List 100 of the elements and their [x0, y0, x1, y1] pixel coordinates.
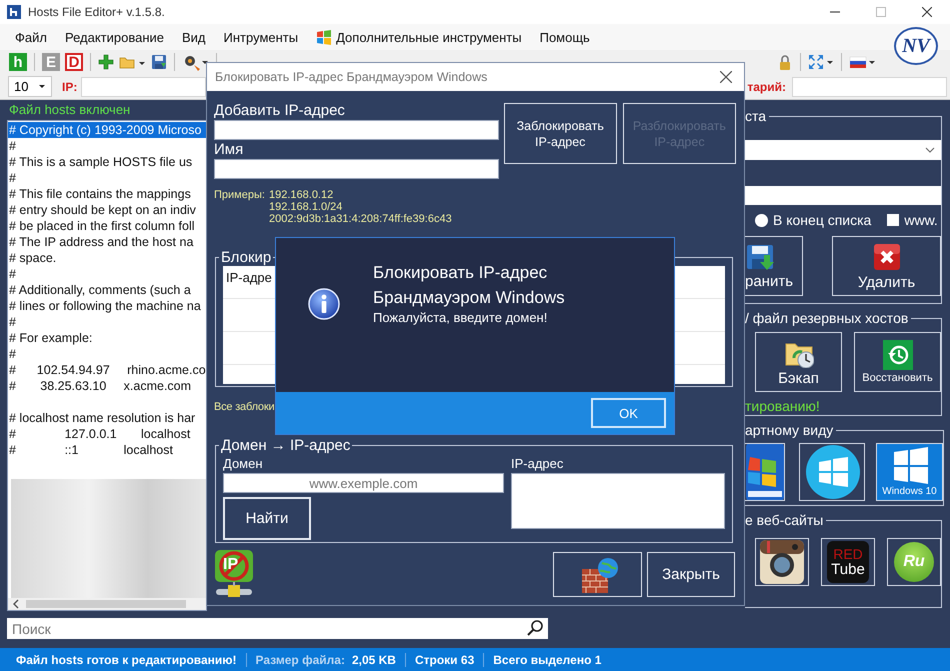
close-button[interactable]: Закрыть	[647, 552, 735, 597]
menu-item[interactable]: Редактирование	[56, 26, 173, 48]
group-title: Домен → IP-адрес	[220, 437, 352, 454]
domain-field[interactable]: www.exemple.com	[223, 473, 504, 493]
letter-tile-icon[interactable]: h	[9, 53, 27, 71]
text-line[interactable]: # 102.54.94.97 rhino.acme.co	[8, 362, 206, 378]
text-line[interactable]: # Additionally, comments (such a	[8, 282, 206, 298]
text-line[interactable]: # This is a sample HOSTS file us	[8, 154, 206, 170]
logo-text: Tube	[831, 562, 865, 577]
video-site-button[interactable]: RED Tube	[821, 538, 875, 586]
windows-flag-icon	[746, 444, 784, 500]
example-text: 2002:9d3b:1a31:4:208:74ff:fe39:6c43	[269, 213, 452, 225]
menu-item[interactable]: Интрументы	[214, 26, 308, 48]
close-icon[interactable]	[922, 7, 932, 17]
text-line[interactable]: # localhost name resolution is har	[8, 410, 206, 426]
text-line[interactable]: # ::1 localhost	[8, 442, 206, 458]
caret-icon	[38, 84, 46, 89]
search-icon[interactable]	[527, 620, 543, 636]
field-label: IP-адрес	[511, 455, 564, 473]
menu-item[interactable]: Помощь	[530, 26, 599, 48]
group-title: артному виду	[745, 422, 834, 438]
logo-text: RED	[833, 547, 863, 562]
ip-label: IP:	[62, 80, 78, 94]
restore-button[interactable]: Восстановить	[854, 332, 941, 392]
message-text: Пожалуйста, введите домен!	[373, 310, 548, 326]
ip-field[interactable]	[81, 76, 206, 96]
status-text: Строки 63	[414, 652, 474, 666]
app-icon	[6, 4, 22, 20]
name-field[interactable]	[214, 159, 499, 179]
group-title: е веб-сайты	[745, 512, 824, 528]
restore-icon	[882, 340, 912, 370]
text-line[interactable]: # be placed in the first column foll	[8, 218, 206, 234]
text-line[interactable]: # 127.0.0.1 localhost	[8, 426, 206, 442]
examples-label: Примеры:	[214, 189, 266, 203]
find-button[interactable]: Найти	[223, 497, 311, 540]
menu-item[interactable]: Вид	[173, 26, 215, 48]
windows-8-button[interactable]	[799, 443, 865, 501]
host-field[interactable]	[745, 186, 941, 205]
text-line[interactable]: # entry should be kept on an indiv	[8, 202, 206, 218]
radio-label: В конец списка	[773, 212, 872, 228]
save-icon[interactable]	[151, 54, 167, 70]
save-button[interactable]: ранить	[745, 236, 803, 296]
comment-label: тарий:	[747, 80, 786, 94]
text-line[interactable]: #	[8, 266, 206, 282]
info-icon	[308, 288, 340, 320]
horizontal-scrollbar[interactable]	[8, 598, 206, 610]
chevron-down-icon	[925, 147, 935, 153]
logo-caption: Windows 10	[882, 486, 937, 497]
backup-button[interactable]: Бэкап	[755, 332, 842, 392]
text-line[interactable]: #	[8, 138, 206, 154]
group-title: Блокир	[220, 249, 272, 266]
text-line[interactable]: # lines or following the machine na	[8, 298, 206, 314]
ok-button[interactable]: OK	[591, 398, 666, 428]
hosts-text-area[interactable]	[7, 120, 207, 611]
save-icon	[745, 242, 775, 270]
ready-note: тированию!	[745, 398, 821, 414]
camera-app-button[interactable]	[755, 538, 809, 586]
delete-icon	[872, 242, 902, 272]
count-dropdown[interactable]: 10	[8, 76, 52, 97]
field-label: Домен	[223, 455, 264, 473]
menu-item[interactable]: Дополнительные инструменты	[307, 26, 531, 48]
hosts-status-text: Файл hosts включен	[8, 101, 132, 119]
close-icon[interactable]	[720, 71, 732, 83]
windows-10-button[interactable]: Windows 10	[876, 443, 943, 501]
logo: NV	[894, 27, 938, 65]
delete-button[interactable]: Удалить	[832, 236, 941, 296]
www-checkbox[interactable]	[887, 214, 900, 226]
ip-address-field[interactable]	[214, 120, 499, 140]
search-field[interactable]: Поиск	[7, 618, 548, 639]
flag-icon[interactable]	[849, 54, 875, 70]
text-line[interactable]: #	[8, 314, 206, 330]
text-line[interactable]: #	[8, 170, 206, 186]
status-value: 2,05 KB	[352, 652, 396, 666]
group-title: / файл резервных хостов	[745, 310, 910, 326]
blocked-ip-icon	[214, 549, 254, 597]
field-label: Добавить IP-адрес	[214, 101, 346, 120]
group-title: ста	[745, 108, 768, 124]
text-line[interactable]: # This file contains the mappings	[8, 186, 206, 202]
field-label: Имя	[214, 140, 244, 159]
text-line[interactable]: # The IP address and the host na	[8, 234, 206, 250]
text-line[interactable]: # 38.25.63.10 x.acme.com	[8, 378, 206, 394]
plus-icon[interactable]	[98, 54, 114, 70]
expand-icon[interactable]	[808, 54, 834, 70]
example-text: 192.168.1.0/24	[269, 201, 344, 213]
text-line[interactable]: #	[8, 346, 206, 362]
blocked-note: Все заблоки	[214, 401, 274, 415]
menu-item-label: Дополнительные инструменты	[336, 30, 522, 44]
lock-icon[interactable]	[777, 54, 793, 70]
windows-7-button[interactable]	[745, 443, 785, 501]
status-text: Всего выделено 1	[493, 652, 602, 666]
text-line[interactable]: # space.	[8, 250, 206, 266]
text-line[interactable]: # For example:	[8, 330, 206, 346]
block-ip-button[interactable]: Заблокировать IP-адрес	[504, 103, 617, 164]
letter-tile-icon[interactable]: D	[65, 53, 83, 71]
position-radio[interactable]	[755, 214, 768, 226]
count-value: 10	[14, 79, 28, 94]
firewall-button[interactable]	[553, 552, 642, 597]
message-title: Блокировать IP-адрес Брандмауэром Windows	[373, 262, 566, 309]
menu-item[interactable]: Файл	[6, 26, 56, 48]
comment-field[interactable]	[792, 76, 947, 96]
